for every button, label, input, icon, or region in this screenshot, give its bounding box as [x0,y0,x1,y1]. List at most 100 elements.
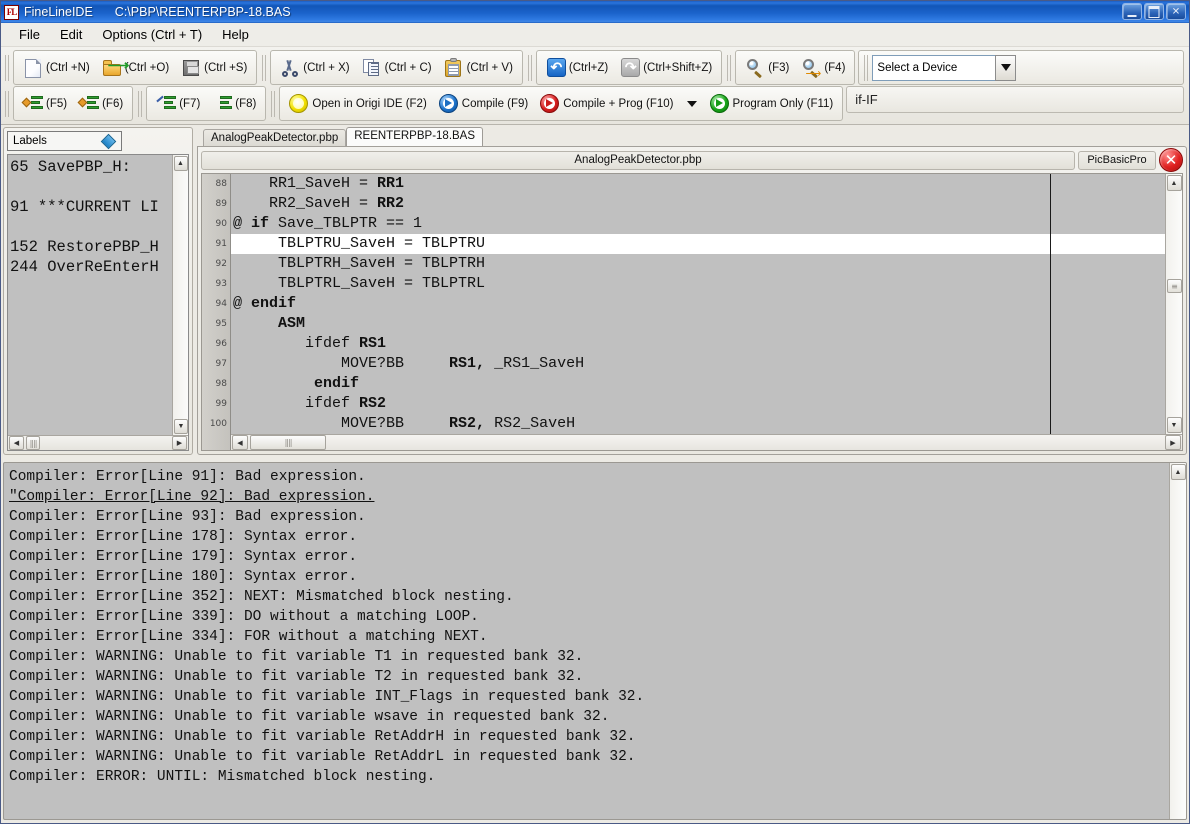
toolbar-grip-icon[interactable] [5,55,11,81]
scroll-right-button[interactable]: ▶ [172,436,187,450]
sidebar-hscrollbar[interactable]: ◀ |||| ▶ [8,435,188,450]
list-item[interactable]: 244 OverReEnterH [10,257,188,277]
scroll-up-button[interactable]: ▲ [174,156,188,171]
open-in-original-ide-button[interactable]: Open in Origi IDE (F2) [283,89,432,118]
open-file-button[interactable]: ⟶ (Ctrl +O) [96,53,175,82]
menu-help[interactable]: Help [212,24,259,45]
code-line[interactable]: ifdef RS1 [231,334,1182,354]
hscroll-thumb[interactable]: |||| [26,436,40,450]
output-line[interactable]: Compiler: ERROR: UNTIL: Mismatched block… [9,767,1169,787]
code-line[interactable]: MOVE?BB RS2, RS2_SaveH [231,414,1182,434]
code-line-highlighted[interactable]: TBLPTRU_SaveH = TBLPTRU [231,234,1182,254]
tab-analogpeakdetector[interactable]: AnalogPeakDetector.pbp [203,129,346,146]
output-line[interactable]: Compiler: Error[Line 339]: DO without a … [9,607,1169,627]
compile-and-program-button[interactable]: Compile + Prog (F10) [534,89,679,118]
toolbar-grip-icon-3[interactable] [528,55,534,81]
compiler-output-list[interactable]: Compiler: Error[Line 91]: Bad expression… [4,463,1169,819]
toolbar-grip-icon-8[interactable] [271,91,277,117]
language-badge[interactable]: PicBasicPro [1078,151,1156,170]
output-line[interactable]: Compiler: WARNING: Unable to fit variabl… [9,707,1169,727]
labels-list[interactable]: 65 SavePBP_H: 91 ***CURRENT LI 152 Resto… [8,155,188,450]
toolbar-grip-icon-7[interactable] [138,91,144,117]
code-line[interactable]: TBLPTRH_SaveH = TBLPTRH [231,254,1182,274]
code-line[interactable]: TBLPTRL_SaveH = TBLPTRL [231,274,1182,294]
comment-block-button[interactable]: (F7) [150,89,206,118]
compiler-output-panel[interactable]: Compiler: Error[Line 91]: Bad expression… [3,462,1187,820]
output-line[interactable]: Compiler: Error[Line 179]: Syntax error. [9,547,1169,567]
output-vscrollbar[interactable]: ▲ [1169,463,1186,819]
toolbar-grip-icon-5[interactable] [864,55,870,81]
output-line[interactable]: Compiler: WARNING: Unable to fit variabl… [9,727,1169,747]
save-file-button[interactable]: (Ctrl +S) [175,53,253,82]
device-dropdown-button[interactable] [995,55,1016,81]
menu-file[interactable]: File [9,24,50,45]
code-line[interactable]: @ if Save_TBLPTR == 1 [231,214,1182,234]
code-line[interactable]: RR2_SaveH = RR2 [231,194,1182,214]
redo-button[interactable]: ↷ (Ctrl+Shift+Z) [614,53,718,82]
code-line[interactable]: endif [231,374,1182,394]
maximize-button[interactable] [1144,3,1164,20]
close-document-icon[interactable]: ✕ [1159,148,1183,172]
output-line[interactable]: Compiler: Error[Line 334]: FOR without a… [9,627,1169,647]
cut-button[interactable]: (Ctrl + X) [274,53,355,82]
caret-down-icon[interactable] [687,101,697,107]
scroll-down-button[interactable]: ▼ [174,419,188,434]
list-item[interactable]: 65 SavePBP_H: [10,157,188,177]
menu-options[interactable]: Options (Ctrl + T) [92,24,212,45]
document-name-bar[interactable]: AnalogPeakDetector.pbp [201,151,1075,170]
tab-reenterpbp[interactable]: REENTERPBP-18.BAS [346,127,483,146]
paste-button[interactable]: (Ctrl + V) [438,53,519,82]
output-line[interactable]: Compiler: WARNING: Unable to fit variabl… [9,687,1169,707]
new-file-button[interactable]: (Ctrl +N) [17,53,96,82]
device-input[interactable] [872,55,995,81]
list-item[interactable]: 91 ***CURRENT LI [10,197,188,217]
output-line[interactable]: Compiler: WARNING: Unable to fit variabl… [9,667,1169,687]
output-line[interactable]: Compiler: Error[Line 93]: Bad expression… [9,507,1169,527]
list-item[interactable]: 152 RestorePBP_H [10,237,188,257]
code-line[interactable]: @ endif [231,294,1182,314]
copy-button[interactable]: (Ctrl + C) [356,53,438,82]
toolbar-grip-icon-2[interactable] [262,55,268,81]
uncomment-block-button[interactable]: (F8) [206,89,262,118]
compile-button[interactable]: Compile (F9) [433,89,534,118]
code-line[interactable]: RR1_SaveH = RR1 [231,174,1182,194]
scroll-left-button[interactable]: ◀ [9,436,24,450]
labels-selector-combobox[interactable]: Labels [7,131,122,151]
hscroll-thumb[interactable]: |||| [250,435,326,450]
device-combobox[interactable] [872,55,1016,81]
output-line[interactable]: Compiler: Error[Line 178]: Syntax error. [9,527,1169,547]
code-line[interactable]: ifdef RS2 [231,394,1182,414]
editor-vscrollbar[interactable]: ▲ ≡ ▼ [1165,174,1182,434]
scroll-left-button[interactable]: ◀ [232,435,248,450]
code-line[interactable]: MOVE?BB RS1, _RS1_SaveH [231,354,1182,374]
code-editor[interactable]: 88 89 90 91 92 93 94 95 96 97 98 99 100 [201,173,1183,451]
code-text-area[interactable]: RR1_SaveH = RR1 RR2_SaveH = RR2 @ if Sav… [231,174,1182,450]
output-line[interactable]: Compiler: Error[Line 180]: Syntax error. [9,567,1169,587]
find-next-button[interactable]: ⟶ (F4) [795,53,851,82]
toolbar-grip-icon-4[interactable] [727,55,733,81]
labels-listbox[interactable]: 65 SavePBP_H: 91 ***CURRENT LI 152 Resto… [7,154,189,451]
scroll-right-button[interactable]: ▶ [1165,435,1181,450]
output-line[interactable]: Compiler: WARNING: Unable to fit variabl… [9,647,1169,667]
vscroll-thumb[interactable]: ≡ [1167,279,1182,293]
find-button[interactable]: (F3) [739,53,795,82]
search-term-field[interactable]: if-IF [846,86,1184,113]
scroll-up-button[interactable]: ▲ [1171,464,1186,480]
output-line[interactable]: Compiler: Error[Line 352]: NEXT: Mismatc… [9,587,1169,607]
close-button[interactable] [1166,3,1186,20]
scroll-down-button[interactable]: ▼ [1167,417,1182,433]
scroll-up-button[interactable]: ▲ [1167,175,1182,191]
program-only-button[interactable]: Program Only (F11) [704,89,840,118]
indent-decrease-button[interactable]: (F6) [73,89,129,118]
editor-hscrollbar[interactable]: ◀ |||| ▶ [231,434,1182,450]
indent-increase-button[interactable]: (F5) [17,89,73,118]
output-line[interactable]: Compiler: Error[Line 91]: Bad expression… [9,467,1169,487]
undo-button[interactable]: ↶ (Ctrl+Z) [540,53,614,82]
minimize-button[interactable] [1122,3,1142,20]
output-line-selected[interactable]: "Compiler: Error[Line 92]: Bad expressio… [9,487,1169,507]
code-line[interactable]: ASM [231,314,1182,334]
toolbar-grip-icon-6[interactable] [5,91,11,117]
output-line[interactable]: Compiler: WARNING: Unable to fit variabl… [9,747,1169,767]
sidebar-vscrollbar[interactable]: ▲ ▼ [172,155,188,435]
menu-edit[interactable]: Edit [50,24,92,45]
